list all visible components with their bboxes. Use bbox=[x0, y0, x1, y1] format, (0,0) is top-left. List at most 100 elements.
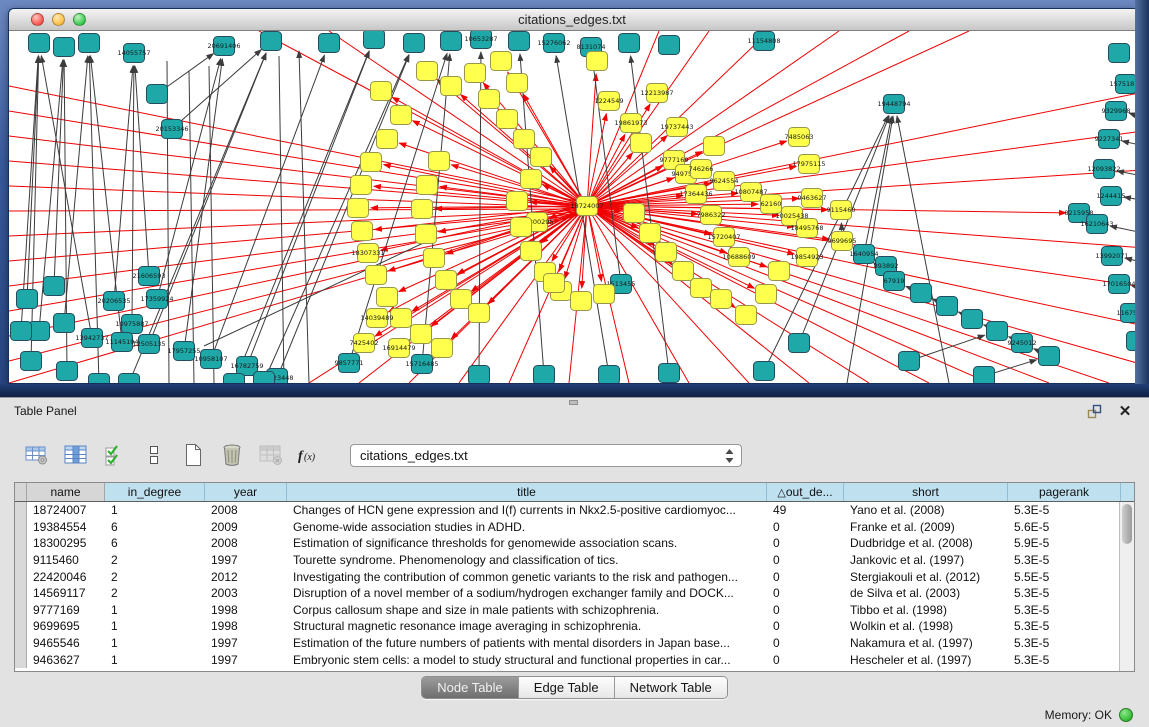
graph-node-yellow[interactable] bbox=[351, 176, 372, 195]
table-row[interactable]: 1872400712008Changes of HCN gene express… bbox=[15, 502, 1119, 519]
table-cell[interactable]: 2 bbox=[105, 585, 205, 602]
graph-node-yellow[interactable] bbox=[436, 271, 457, 290]
graph-node-teal[interactable] bbox=[1039, 347, 1060, 366]
graph-node-teal[interactable] bbox=[659, 364, 680, 383]
table-cell[interactable]: 0 bbox=[767, 535, 844, 552]
float-window-icon[interactable] bbox=[1085, 402, 1105, 420]
tab-edge-table[interactable]: Edge Table bbox=[519, 677, 615, 698]
table-cell[interactable]: 1997 bbox=[205, 651, 287, 668]
graph-node-yellow[interactable] bbox=[469, 304, 490, 323]
table-cell[interactable]: 1997 bbox=[205, 552, 287, 569]
table-cell[interactable]: 9115460 bbox=[27, 552, 105, 569]
table-cell[interactable]: 1 bbox=[105, 651, 205, 668]
table-cell[interactable]: Tourette syndrome. Phenomenology and cla… bbox=[287, 552, 767, 569]
graph-node-yellow[interactable] bbox=[371, 82, 392, 101]
graph-node-yellow[interactable] bbox=[429, 152, 450, 171]
graph-node-teal[interactable] bbox=[319, 34, 340, 53]
graph-node-teal[interactable] bbox=[54, 38, 75, 57]
graph-node-yellow[interactable] bbox=[451, 290, 472, 309]
graph-node-yellow[interactable] bbox=[521, 170, 542, 189]
table-cell[interactable]: 1 bbox=[105, 618, 205, 635]
graph-node-teal[interactable] bbox=[1109, 44, 1130, 63]
graph-node-yellow[interactable] bbox=[441, 77, 462, 96]
graph-node-teal[interactable] bbox=[441, 32, 462, 51]
graph-node-teal[interactable] bbox=[599, 366, 620, 385]
graph-node-teal[interactable] bbox=[254, 372, 275, 385]
table-cell[interactable]: 18724007 bbox=[27, 502, 105, 519]
window-titlebar[interactable]: citations_edges.txt bbox=[9, 9, 1135, 31]
graph-node-teal[interactable] bbox=[44, 277, 65, 296]
graph-node-teal[interactable] bbox=[147, 85, 168, 104]
table-row[interactable]: 946554611997Estimation of the future num… bbox=[15, 635, 1119, 652]
column-header-short[interactable]: short bbox=[844, 483, 1008, 501]
table-cell[interactable]: 5.3E-5 bbox=[1008, 585, 1121, 602]
table-cell[interactable]: 5.6E-5 bbox=[1008, 519, 1121, 536]
graph-node-yellow[interactable] bbox=[361, 153, 382, 172]
stacked-boxes-icon[interactable] bbox=[141, 443, 167, 467]
table-cell[interactable]: 5.3E-5 bbox=[1008, 502, 1121, 519]
graph-node-yellow[interactable] bbox=[544, 274, 565, 293]
graph-node-teal[interactable] bbox=[54, 314, 75, 333]
column-header-title[interactable]: title bbox=[287, 483, 767, 501]
table-cell[interactable]: 9465546 bbox=[27, 635, 105, 652]
graph-node-teal[interactable] bbox=[962, 310, 983, 329]
graph-node-yellow[interactable] bbox=[366, 266, 387, 285]
table-cell[interactable]: 14569117 bbox=[27, 585, 105, 602]
table-row[interactable]: 946362711997Embryonic stem cells: a mode… bbox=[15, 651, 1119, 668]
graph-node-yellow[interactable] bbox=[594, 285, 615, 304]
graph-node-yellow[interactable] bbox=[511, 218, 532, 237]
graph-node-yellow[interactable] bbox=[465, 64, 486, 83]
graph-node-yellow[interactable] bbox=[711, 290, 732, 309]
graph-node-teal[interactable] bbox=[119, 374, 140, 385]
column-header-pagerank[interactable]: pagerank bbox=[1008, 483, 1121, 501]
table-row[interactable]: 2242004622012Investigating the contribut… bbox=[15, 568, 1119, 585]
graph-node-yellow[interactable] bbox=[412, 200, 433, 219]
table-cell[interactable]: 0 bbox=[767, 585, 844, 602]
graph-node-teal[interactable] bbox=[754, 362, 775, 381]
table-cell[interactable]: 0 bbox=[767, 519, 844, 536]
graph-node-yellow[interactable] bbox=[507, 74, 528, 93]
graph-node-yellow[interactable] bbox=[479, 90, 500, 109]
table-cell[interactable]: 6 bbox=[105, 519, 205, 536]
table-cell[interactable]: 1998 bbox=[205, 602, 287, 619]
graph-node-yellow[interactable] bbox=[691, 279, 712, 298]
graph-node-teal[interactable] bbox=[17, 290, 38, 309]
graph-node-teal[interactable] bbox=[57, 362, 78, 381]
graph-node-yellow[interactable] bbox=[352, 222, 373, 241]
graph-node-yellow[interactable] bbox=[348, 199, 369, 218]
table-cell[interactable]: 1998 bbox=[205, 618, 287, 635]
zoom-light[interactable] bbox=[73, 13, 86, 26]
table-cell[interactable]: 1 bbox=[105, 602, 205, 619]
table-cell[interactable]: 1 bbox=[105, 635, 205, 652]
graph-node-teal[interactable] bbox=[29, 34, 50, 53]
table-cell[interactable]: 5.9E-5 bbox=[1008, 535, 1121, 552]
graph-node-teal[interactable] bbox=[974, 367, 995, 385]
table-cell[interactable]: 9699695 bbox=[27, 618, 105, 635]
table-cell[interactable]: 2009 bbox=[205, 519, 287, 536]
table-cell[interactable]: Estimation of significance thresholds fo… bbox=[287, 535, 767, 552]
table-row[interactable]: 1938455462009Genome-wide association stu… bbox=[15, 519, 1119, 536]
graph-node-yellow[interactable] bbox=[640, 224, 661, 243]
table-cell[interactable]: Tibbo et al. (1998) bbox=[844, 602, 1008, 619]
graph-node-teal[interactable] bbox=[364, 31, 385, 49]
graph-node-teal[interactable] bbox=[89, 374, 110, 385]
column-header-name[interactable]: name bbox=[27, 483, 105, 501]
graph-node-teal[interactable] bbox=[79, 34, 100, 53]
table-cell[interactable]: 0 bbox=[767, 568, 844, 585]
panel-splitter-handle[interactable] bbox=[569, 400, 578, 405]
table-cell[interactable]: 0 bbox=[767, 651, 844, 668]
tab-node-table[interactable]: Node Table bbox=[422, 677, 519, 698]
graph-node-teal[interactable] bbox=[987, 322, 1008, 341]
graph-node-teal[interactable] bbox=[789, 334, 810, 353]
table-select-dropdown[interactable]: citations_edges.txt bbox=[350, 444, 742, 467]
table-cell[interactable]: 19384554 bbox=[27, 519, 105, 536]
table-cell[interactable]: Corpus callosum shape and size in male p… bbox=[287, 602, 767, 619]
table-row[interactable]: 1456911722003Disruption of a novel membe… bbox=[15, 585, 1119, 602]
graph-node-yellow[interactable] bbox=[432, 339, 453, 358]
graph-node-teal[interactable] bbox=[509, 32, 530, 51]
table-cell[interactable]: 5.5E-5 bbox=[1008, 568, 1121, 585]
table-cell[interactable]: Yano et al. (2008) bbox=[844, 502, 1008, 519]
graph-node-yellow[interactable] bbox=[391, 309, 412, 328]
graph-node-yellow[interactable] bbox=[624, 204, 645, 223]
graph-node-teal[interactable] bbox=[1127, 332, 1136, 351]
